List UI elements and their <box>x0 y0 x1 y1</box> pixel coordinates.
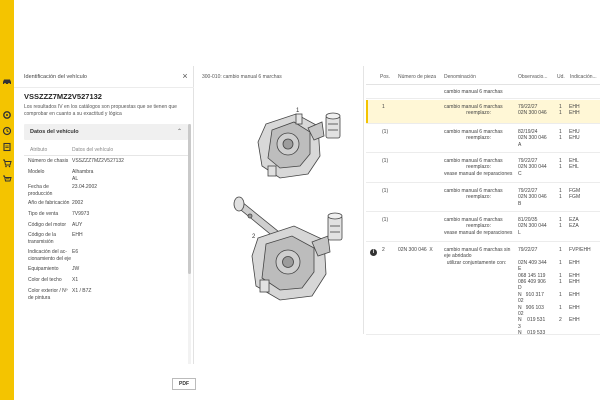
cell-qty: 1 1 <box>559 188 562 201</box>
cell-qty: 1 1 <box>559 104 562 117</box>
cell-name: cambio manual 6 marchas reemplazo: vease… <box>444 217 513 236</box>
table-row[interactable]: 1 cambio manual 6 marchas reemplazo: 79/22… <box>366 100 600 124</box>
cell-notes: 79/22/27 02N 300 046 B <box>518 188 547 207</box>
vehicle-attribute-label: Fecha de producción <box>28 184 53 197</box>
cell-pos: 2 <box>382 247 385 253</box>
panel-header: Identificación del vehículo × <box>14 66 194 88</box>
cell-pos: (1) <box>382 158 389 164</box>
vin-heading: VSSZZZ7MZ2V527132 <box>24 92 102 101</box>
cell-indication: EHL EHL <box>569 158 579 171</box>
vehicle-attribute-value: E6 <box>72 249 79 255</box>
cart-icon[interactable] <box>2 158 12 168</box>
info-icon[interactable]: i <box>370 249 377 256</box>
vehicle-attribute-label: Código del motor <box>28 222 67 228</box>
cell-indication: EHU EHU <box>569 129 580 142</box>
svg-text:1: 1 <box>296 108 300 114</box>
vehicle-attribute-label: Indicación del ac- cionamiento del eje <box>28 249 72 262</box>
header-part-number[interactable]: Número de pieza <box>398 74 436 80</box>
cell-name: cambio manual 6 marchas sin eje abridado… <box>444 247 511 266</box>
side-rail <box>0 0 14 400</box>
table-row[interactable]: i 2 02N 300 046 X cambio manual 6 marchas s… <box>366 243 600 337</box>
cell-indication: EZA EZA <box>569 217 579 230</box>
cell-name: cambio manual 6 marchas reemplazo: <box>444 188 503 201</box>
vehicle-attribute-label: Equipamiento <box>28 266 59 272</box>
vehicle-data-section-header[interactable]: Datos del vehículo ⌃ <box>24 124 188 140</box>
cell-name: cambio manual 6 marchas reemplazo: <box>444 129 503 142</box>
vehicle-attribute-label: Color exterior / Nº de pintura <box>28 288 68 301</box>
panel-description: Los resultados IV en los catálogos son p… <box>24 104 177 117</box>
cell-qty: 1 1 <box>559 158 562 171</box>
cell-pos: 1 <box>382 104 385 110</box>
cell-notes: 79/22/27 02N 300 044 C <box>518 158 547 177</box>
header-notes[interactable]: Observacio... <box>518 74 547 80</box>
cell-qty: 1 1 1 1 1 1 2 <box>559 247 562 324</box>
header-indication[interactable]: Indicación... <box>570 74 597 80</box>
parts-diagram: 300-010: cambio manual 6 marchas 1 2 <box>196 66 364 334</box>
cell-notes: 79/22/27 02N 300 046 <box>518 104 547 117</box>
cell-pos: (1) <box>382 217 389 223</box>
cell-indication: EHH EHH <box>569 104 580 117</box>
vehicle-attribute-value: AUY <box>72 222 83 228</box>
vehicle-attribute-value: VSSZZZ7MZ2V527132 <box>72 158 124 164</box>
cell-name: cambio manual 6 marchas <box>444 89 503 95</box>
gear-icon[interactable] <box>2 110 12 120</box>
vehicle-attribute-label: Número de chasis <box>28 158 69 164</box>
cell-name: cambio manual 6 marchas reemplazo: vease… <box>444 158 513 177</box>
value-header: Datos del vehículo <box>72 147 114 153</box>
vehicle-attribute-label: Color del techo <box>28 277 62 283</box>
cell-notes: 81/20/35 02N 300 044 L <box>518 217 547 236</box>
car-icon[interactable] <box>2 76 12 86</box>
cell-qty: 1 1 <box>559 129 562 142</box>
vehicle-attribute-value: 23.04.2002 <box>72 184 98 190</box>
section-title: Datos del vehículo <box>30 129 79 135</box>
table-row[interactable]: (1) cambio manual 6 marchas reemplazo: 79/… <box>366 184 600 212</box>
vehicle-attribute-value: Alhambra AL <box>72 169 94 182</box>
chevron-up-icon[interactable]: ⌃ <box>177 128 182 135</box>
vehicle-attribute-value: X1 <box>72 277 79 283</box>
vehicle-attribute-value: JW <box>72 266 80 272</box>
attribute-header: Atributo <box>30 147 48 153</box>
cell-name: cambio manual 6 marchas reemplazo: <box>444 104 503 117</box>
clock-icon[interactable] <box>2 126 12 136</box>
close-icon[interactable]: × <box>180 71 190 81</box>
table-row[interactable]: (1) cambio manual 6 marchas reemplazo: ve… <box>366 213 600 242</box>
vehicle-attribute-label: Código de la transmisión <box>28 232 57 245</box>
header-name[interactable]: Denominación <box>444 74 476 80</box>
cart-list-icon[interactable] <box>2 174 12 184</box>
table-row[interactable]: cambio manual 6 marchas <box>366 85 600 99</box>
cell-pos: (1) <box>382 188 389 194</box>
vehicle-attribute-value: X1 / B7Z <box>72 288 92 294</box>
cell-indication: FVP/EHH EHH EHH EHH EHH EHH EHH <box>569 247 591 324</box>
parts-table: Pos. Número de pieza Denominación Observ… <box>366 66 600 337</box>
cell-indication: FGM FGM <box>569 188 581 201</box>
cell-pos: (1) <box>382 129 389 135</box>
vehicle-attribute-value: 7V9973 <box>72 211 90 217</box>
vehicle-attribute-value: EHH <box>72 232 83 238</box>
header-pos[interactable]: Pos. <box>380 74 390 80</box>
panel-scrollbar[interactable] <box>188 124 191 364</box>
cell-notes: 79/22/27 02N 409 344 E 068 145 119 086 4… <box>518 247 547 337</box>
header-qty[interactable]: Ud. <box>557 74 565 80</box>
vehicle-identification-panel: Identificación del vehículo × VSSZZZ7MZ2… <box>14 66 196 390</box>
cell-qty: 1 1 <box>559 217 562 230</box>
cell-part-number: 02N 300 046 X <box>398 247 433 253</box>
panel-title: Identificación del vehículo <box>24 74 87 80</box>
cell-notes: 82/19/24 02N 300 046 A <box>518 129 547 148</box>
document-icon[interactable] <box>2 142 12 152</box>
gearbox-illustration[interactable]: 1 2 <box>196 66 364 334</box>
vehicle-attribute-label: Modelo <box>28 169 45 175</box>
attribute-column-header: Atributo Datos del vehículo <box>24 144 188 156</box>
vehicle-attribute-label: Tipo de venta <box>28 211 59 217</box>
app-window: Identificación del vehículo × VSSZZZ7MZ2… <box>0 0 600 400</box>
scrollbar-thumb[interactable] <box>188 124 191 274</box>
pdf-button[interactable]: PDF <box>172 378 196 390</box>
table-row[interactable]: (1) cambio manual 6 marchas reemplazo: ve… <box>366 154 600 183</box>
table-row[interactable]: (1) cambio manual 6 marchas reemplazo: 82/… <box>366 125 600 153</box>
svg-text:2: 2 <box>252 234 256 240</box>
vehicle-attribute-label: Año de fabricación <box>28 200 70 206</box>
vehicle-attribute-value: 2002 <box>72 200 84 206</box>
